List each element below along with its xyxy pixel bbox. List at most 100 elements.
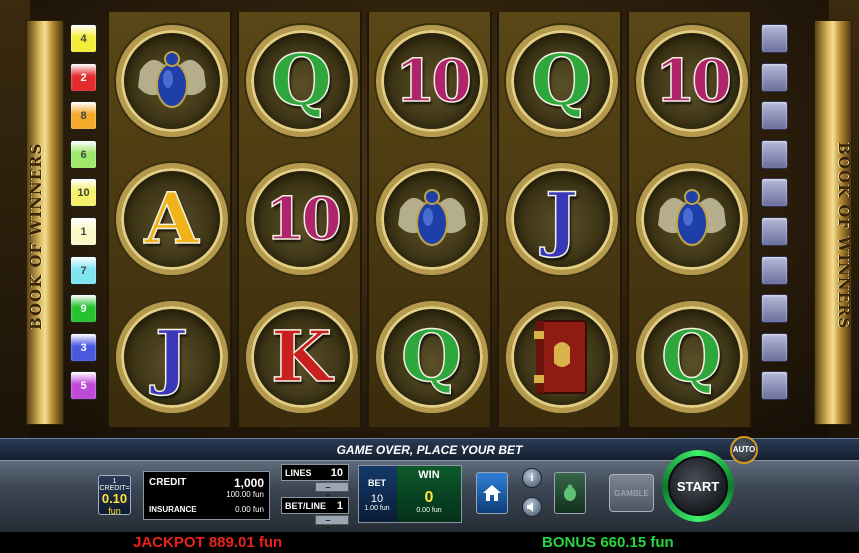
symbol-frame: 10 [375,24,488,137]
denomination-label: 1 CREDIT= [99,478,130,492]
line-indicator-7: 7 [70,255,97,285]
info-button[interactable]: i [522,468,542,488]
left-pillar: BOOK OF WINNERS [26,20,64,425]
symbol-frame: 10 [635,24,748,137]
reel-symbol [633,152,750,285]
line-indicator-right [761,178,788,208]
scarab-icon [564,484,576,501]
symbol-j: J [154,314,189,398]
symbol-frame: Q [635,300,748,413]
reel-symbol: 10 [243,152,360,285]
speaker-icon [527,502,533,512]
reel-symbol: A [113,152,230,285]
line-indicator-right [761,62,788,92]
reel-symbol: Q [633,290,750,423]
win-fun: 0.00 fun [416,507,442,514]
sound-button[interactable] [522,497,542,517]
reels: A J Q 10 K 10 Q Q J 10 Q [107,12,752,427]
auto-button[interactable]: AUTO [730,436,758,464]
symbol-j: J [544,176,579,260]
line-indicator-1: 1 [70,216,97,246]
credit-fun-value: 100.00 fun [226,490,264,499]
reel-symbol: 10 [633,14,750,147]
reel-symbol: Q [373,290,490,423]
line-indicator-2: 2 [70,62,97,92]
scarab-icon [657,188,726,246]
reel-symbol: Q [503,14,620,147]
side-title-left: BOOK OF WINNERS [27,142,45,330]
line-indicator-8: 8 [70,101,97,131]
betline-stepper[interactable]: – + [315,515,349,533]
credit-display: CREDIT 1,000 100.00 fun INSURANCE 0.00 f… [143,471,270,520]
lines-value: 10 [330,467,343,479]
reel-symbol [113,14,230,147]
reel-4: QJ [497,12,622,427]
line-indicator-right [761,101,788,131]
paytable-button[interactable] [554,472,586,514]
symbol-frame [375,162,488,275]
reel-symbol: Q [243,14,360,147]
line-indicator-right [761,371,788,401]
reel-symbol [373,152,490,285]
line-indicator-6: 6 [70,139,97,169]
symbol-10: 10 [394,46,472,115]
jackpot-display: JACKPOT 889.01 fun [133,534,283,551]
scarab-icon [137,50,206,108]
symbol-a: A [144,176,200,260]
denomination-value: 0.10 [101,491,128,506]
line-indicator-5: 5 [70,371,97,401]
right-pillar: BOOK OF WINNERS [814,20,853,425]
symbol-q: Q [660,314,722,398]
reel-2: Q 10 K [237,12,362,427]
symbol-q: Q [530,38,592,122]
start-button-ring[interactable]: START [662,450,734,522]
symbol-frame: A [115,162,228,275]
bet-win-display: BET 10 1.00 fun WIN 0 0.00 fun [358,465,462,523]
win-value: 0 [424,489,434,506]
line-indicator-right [761,24,788,53]
reel-symbol: 10 [373,14,490,147]
line-indicator-right [761,294,788,324]
reel-symbol: K [243,290,360,423]
lines-display: LINES 10 [281,464,349,481]
symbol-frame: 10 [245,162,358,275]
line-indicator-right [761,216,788,246]
symbol-frame: K [245,300,358,413]
line-indicator-9: 9 [70,294,97,324]
lines-stepper[interactable]: – + [315,482,349,500]
line-indicator-right [761,332,788,362]
bet-display: BET 10 1.00 fun [359,466,395,522]
game-stage: BOOK OF WINNERS BOOK OF WINNERS 4 2 8 6 10 1 7… [0,0,859,438]
bottom-bar [0,532,859,553]
insurance-value: 0.00 fun [235,505,264,514]
scarab-icon [397,188,466,246]
credit-value: 1,000 [233,476,264,490]
reel-symbol: J [503,152,620,285]
home-icon [483,485,501,501]
symbol-q: Q [270,38,332,122]
symbol-frame: Q [245,24,358,137]
line-indicator-4: 4 [70,24,97,53]
denomination-button[interactable]: 1 CREDIT= 0.10 fun [98,475,131,516]
line-indicator-right [761,255,788,285]
bet-label: BET [368,478,386,488]
insurance-label: INSURANCE [149,505,197,514]
symbol-frame [115,24,228,137]
gamble-button[interactable]: GAMBLE [609,474,654,512]
symbol-frame: Q [505,24,618,137]
betline-display: BET/LINE 1 [281,497,349,514]
reel-3: 10 Q [367,12,492,427]
line-indicators-right [761,24,788,410]
start-button[interactable]: START [668,456,728,516]
symbol-frame [635,162,748,275]
bet-fun: 1.00 fun [364,505,390,512]
symbol-q: Q [400,314,462,398]
symbol-10: 10 [264,184,342,253]
reel-5: 10 Q [627,12,752,427]
symbol-10: 10 [654,46,732,115]
symbol-k: K [270,314,332,398]
win-display: WIN 0 0.00 fun [397,466,461,522]
home-button[interactable] [476,472,508,514]
symbol-frame [505,300,618,413]
line-indicator-3: 3 [70,332,97,362]
